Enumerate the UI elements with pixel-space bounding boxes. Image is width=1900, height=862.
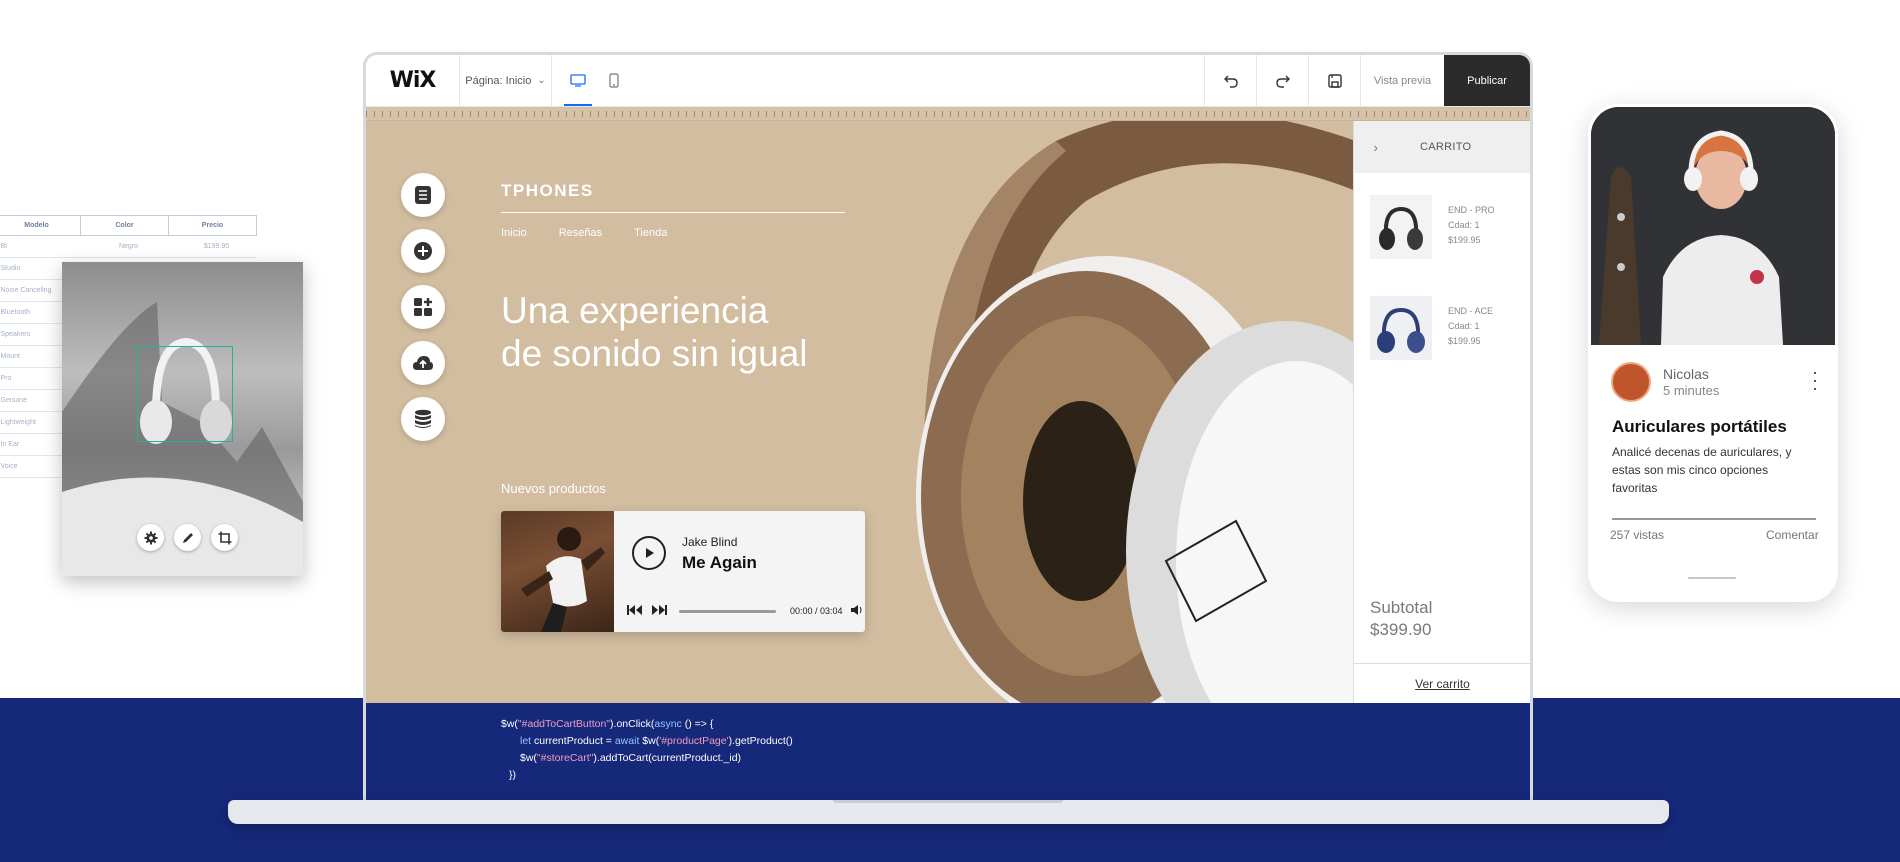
upload-cloud-icon[interactable] (401, 341, 445, 385)
progress-bar[interactable] (679, 609, 776, 613)
products-heading: Nuevos productos (501, 481, 606, 496)
save-icon[interactable] (1308, 55, 1360, 106)
desktop-view-icon[interactable] (560, 55, 596, 106)
next-track-icon[interactable] (651, 602, 667, 620)
post-excerpt: Analicé decenas de auriculares, y estas … (1612, 445, 1792, 495)
table-cell: $199.95 (168, 235, 257, 258)
pencil-icon[interactable] (174, 524, 201, 551)
undo-icon[interactable] (1204, 55, 1256, 106)
cart-item-name: END - PRO (1448, 205, 1495, 215)
device-switcher (552, 55, 640, 106)
site-brand[interactable]: TPHONES (501, 181, 594, 201)
settings-gear-icon[interactable] (137, 524, 164, 551)
image-editor-card[interactable] (62, 262, 303, 576)
page: Modelo Color Precio Bt Negro $199.95 Stu… (0, 0, 1900, 862)
view-cart-link[interactable]: Ver carrito (1354, 663, 1530, 703)
avatar[interactable] (1611, 362, 1651, 402)
phone-mockup: Nicolas 5 minutes · · · Auriculares portát… (1588, 104, 1838, 602)
header-divider (501, 212, 845, 213)
nav-item-store[interactable]: Tienda (634, 227, 667, 239)
album-art (501, 511, 614, 632)
add-element-icon[interactable] (401, 229, 445, 273)
comment-button[interactable]: Comentar (1766, 528, 1819, 542)
music-player: Jake Blind Me Again 00:00 / 03:04 (501, 511, 865, 632)
chevron-down-icon: ⌄ (537, 75, 546, 86)
laptop-screen: WiX Página: Inicio ⌄ Vista previa Public… (363, 52, 1533, 800)
woman-with-headphones-photo (1591, 107, 1835, 345)
nav-item-reviews[interactable]: Reseñas (559, 227, 602, 239)
player-controls: 00:00 / 03:04 (627, 602, 863, 620)
more-options-icon[interactable]: · · · (1812, 363, 1818, 397)
publish-button[interactable]: Publicar (1444, 55, 1530, 106)
hero-heading: Una experiencia de sonido sin igual (501, 289, 921, 375)
editor-add-panel (401, 173, 445, 441)
cart-title: CARRITO (1420, 141, 1472, 153)
cart-item-price: $199.95 (1448, 235, 1481, 245)
cart-panel: › CARRITO END - PRO Cdad: 1 $199.95 END … (1353, 121, 1530, 703)
laptop-base (228, 800, 1669, 824)
image-tools (137, 524, 238, 551)
add-apps-icon[interactable] (401, 285, 445, 329)
product-thumbnail (1370, 296, 1432, 360)
column-header-model[interactable]: Modelo (0, 215, 81, 236)
laptop-notch (833, 800, 1063, 803)
product-thumbnail (1370, 195, 1432, 259)
cart-item-price: $199.95 (1448, 336, 1481, 346)
page-selector[interactable]: Página: Inicio ⌄ (460, 55, 552, 106)
code-line-3: $w("#storeCart").addToCart(currentProduc… (520, 752, 742, 764)
post-title[interactable]: Auriculares portátiles (1612, 417, 1787, 437)
author-name[interactable]: Nicolas (1663, 366, 1709, 382)
cart-item-qty: Cdad: 1 (1448, 321, 1480, 331)
cart-item-info: END - ACE Cdad: 1 $199.95 (1448, 304, 1493, 349)
preview-button[interactable]: Vista previa (1360, 55, 1444, 106)
home-indicator (1688, 577, 1736, 579)
subtotal-value: $399.90 (1370, 620, 1432, 639)
cart-item-qty: Cdad: 1 (1448, 220, 1480, 230)
code-line-2: let currentProduct = await $w('#productP… (520, 735, 793, 747)
cart-item[interactable]: END - PRO Cdad: 1 $199.95 (1370, 195, 1520, 259)
volume-icon[interactable] (850, 602, 863, 620)
table-cell: Negro (80, 235, 169, 258)
artist-name: Jake Blind (682, 535, 738, 549)
cart-item-name: END - ACE (1448, 306, 1494, 316)
cart-header: › CARRITO (1354, 121, 1530, 173)
view-count: 257 vistas (1610, 528, 1665, 542)
mobile-view-icon[interactable] (596, 55, 632, 106)
database-icon[interactable] (401, 397, 445, 441)
cart-item-info: END - PRO Cdad: 1 $199.95 (1448, 203, 1495, 248)
code-line-4: }) (509, 769, 517, 781)
play-button[interactable] (632, 536, 666, 570)
table-cell: Bt (0, 235, 81, 258)
post-divider (1612, 518, 1816, 520)
hero-line-2: de sonido sin igual (501, 333, 808, 374)
subtotal-label: Subtotal (1370, 598, 1433, 617)
chevron-right-icon[interactable]: › (1354, 140, 1398, 155)
column-header-color[interactable]: Color (80, 215, 169, 236)
cart-subtotal: Subtotal $399.90 (1370, 597, 1432, 641)
cart-item[interactable]: END - ACE Cdad: 1 $199.95 (1370, 296, 1520, 360)
blog-cover-photo (1591, 107, 1835, 345)
site-nav: Inicio Reseñas Tienda (501, 227, 667, 239)
page-selector-label: Página: Inicio (465, 74, 532, 87)
pages-menu-icon[interactable] (401, 173, 445, 217)
code-line-1: $w("#addToCartButton").onClick(async () … (501, 718, 714, 730)
editor-canvas[interactable]: TPHONES Inicio Reseñas Tienda Una experi… (366, 121, 1530, 703)
previous-track-icon[interactable] (627, 602, 643, 620)
column-header-price[interactable]: Precio (168, 215, 257, 236)
code-panel[interactable]: $w("#addToCartButton").onClick(async () … (366, 703, 1530, 800)
redo-icon[interactable] (1256, 55, 1308, 106)
ruler (366, 107, 1530, 121)
selection-box[interactable] (137, 346, 233, 442)
track-title: Me Again (682, 553, 757, 572)
post-time: 5 minutes (1663, 383, 1720, 398)
runner-photo (521, 527, 605, 632)
track-time: 00:00 / 03:04 (790, 606, 843, 616)
crop-icon[interactable] (211, 524, 238, 551)
wix-logo: WiX (366, 55, 460, 106)
hero-line-1: Una experiencia (501, 290, 769, 331)
editor-toolbar: WiX Página: Inicio ⌄ Vista previa Public… (366, 55, 1530, 107)
nav-item-home[interactable]: Inicio (501, 227, 527, 239)
